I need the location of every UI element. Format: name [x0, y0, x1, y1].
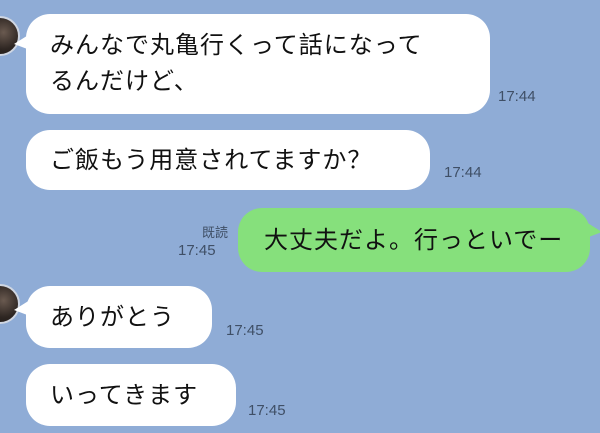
- message-bubble-incoming[interactable]: ありがとう: [26, 286, 212, 348]
- bubble-tail: [586, 222, 600, 238]
- message-bubble-incoming[interactable]: ご飯もう用意されてますか？: [26, 130, 430, 190]
- message-timestamp: 17:45: [226, 322, 264, 339]
- message-timestamp: 17:44: [444, 164, 482, 181]
- message-bubble-incoming[interactable]: いってきます: [26, 364, 236, 426]
- message-timestamp: 17:44: [498, 88, 536, 105]
- message-bubble-outgoing[interactable]: 大丈夫だよ。行っといでー: [238, 208, 590, 272]
- message-timestamp: 17:45: [248, 402, 286, 419]
- message-bubble-incoming[interactable]: みんなで丸亀行くって話になって るんだけど、: [26, 14, 490, 114]
- read-receipt: 既読: [201, 226, 228, 241]
- message-timestamp: 17:45: [178, 242, 216, 259]
